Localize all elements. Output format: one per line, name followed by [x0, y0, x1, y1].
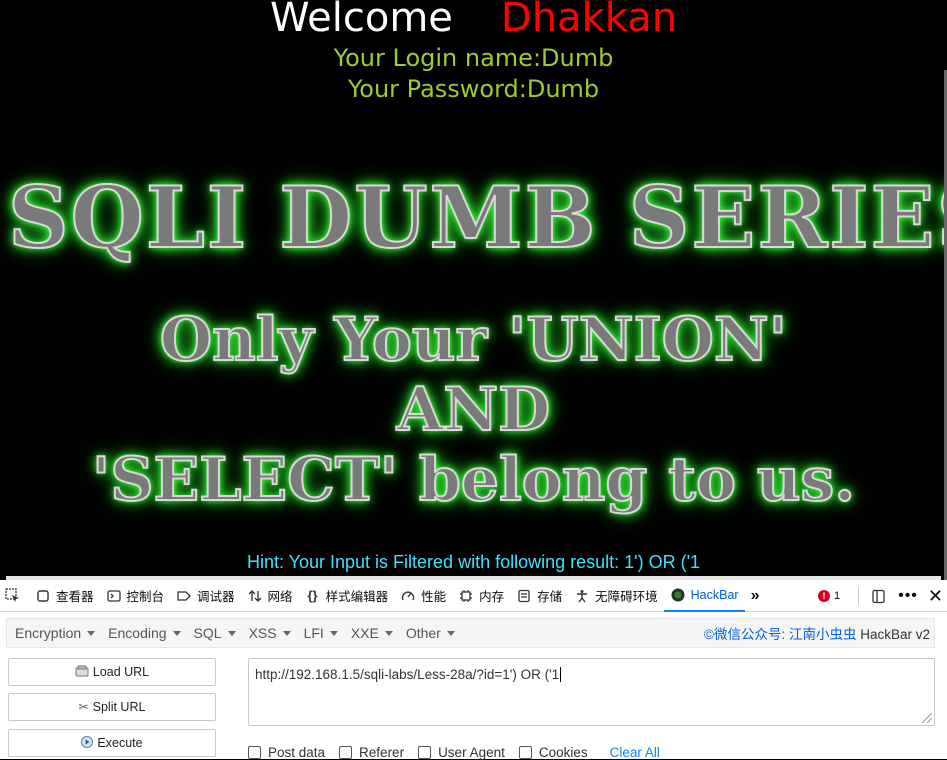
menu-sql[interactable]: SQL	[194, 625, 236, 641]
tab-accessibility[interactable]: 无障碍环境	[568, 580, 664, 612]
menu-xss[interactable]: XSS	[249, 625, 291, 641]
option-user-agent[interactable]: User Agent	[418, 745, 505, 760]
tab-label: 内存	[479, 590, 505, 604]
console-icon	[106, 588, 122, 604]
devtools-toolbar: 查看器 控制台 调试器 网络 {} 样式编辑器 性能 内存 存储 无障碍环境 H…	[0, 580, 947, 612]
caret-down-icon	[282, 630, 291, 636]
storage-icon	[516, 588, 532, 604]
tab-label: 查看器	[56, 590, 94, 604]
caret-down-icon	[329, 630, 338, 636]
checkbox[interactable]	[339, 746, 353, 759]
menu-lfi[interactable]: LFI	[304, 625, 338, 641]
option-referer[interactable]: Referer	[339, 745, 404, 760]
banner-line-select: 'SELECT' belong to us.	[91, 444, 856, 516]
caret-down-icon	[227, 630, 236, 636]
web-page: Welcome Dhakkan Your Login name:Dumb Your…	[0, 0, 947, 580]
dock-side-icon[interactable]	[871, 589, 886, 604]
picker-icon	[4, 588, 20, 604]
network-icon	[247, 588, 263, 604]
split-url-label: Split URL	[92, 700, 146, 714]
tab-performance[interactable]: 性能	[394, 580, 452, 612]
execute-button[interactable]: Execute	[8, 729, 216, 757]
caret-down-icon	[446, 630, 455, 636]
brand-version: HackBar v2	[860, 627, 930, 642]
toolbar-divider	[858, 587, 860, 605]
close-icon[interactable]: ✕	[928, 586, 943, 607]
brand-link[interactable]: ©微信公众号: 江南小虫虫	[704, 627, 856, 642]
menu-encoding[interactable]: Encoding	[108, 625, 181, 641]
scissors-icon: ✂	[78, 700, 89, 714]
style-editor-icon: {}	[307, 588, 318, 603]
menu-other[interactable]: Other	[406, 625, 455, 641]
caret-down-icon	[172, 630, 181, 636]
welcome-text: Welcome	[269, 0, 453, 41]
load-url-button[interactable]: Load URL	[8, 658, 216, 686]
hackbar-menu: Encryption Encoding SQL XSS LFI XXE Othe…	[6, 618, 935, 648]
tab-inspector[interactable]: 查看器	[29, 580, 100, 612]
tab-hackbar[interactable]: HackBar	[663, 580, 745, 612]
clear-all-link[interactable]: Clear All	[610, 745, 660, 760]
double-chevron-icon: »	[750, 586, 760, 604]
text-cursor	[560, 667, 562, 682]
menu-encryption[interactable]: Encryption	[15, 625, 96, 641]
memory-icon	[458, 588, 474, 604]
tab-label: 控制台	[126, 590, 165, 604]
accessibility-icon	[574, 588, 590, 604]
menu-xxe[interactable]: XXE	[351, 625, 393, 641]
option-cookies[interactable]: Cookies	[518, 745, 588, 760]
tab-label: 调试器	[197, 590, 235, 604]
more-tabs-button[interactable]: »	[745, 580, 766, 612]
resize-handle[interactable]	[922, 713, 932, 723]
element-picker-button[interactable]	[0, 580, 29, 612]
password-text: Your Password:Dumb	[347, 75, 600, 103]
debugger-icon	[176, 588, 192, 604]
checkbox[interactable]	[248, 746, 261, 759]
tab-storage[interactable]: 存储	[510, 580, 568, 612]
execute-label: Execute	[97, 736, 143, 750]
banner-line-and: AND	[396, 374, 551, 446]
load-url-label: Load URL	[92, 665, 150, 679]
inspector-icon	[35, 588, 51, 604]
error-count: 1	[833, 590, 841, 602]
load-url-icon	[75, 665, 89, 680]
tab-label: 性能	[421, 590, 447, 604]
banner-title: SQLI DUMB SERIES	[7, 167, 947, 268]
error-badge[interactable]: ! 1	[817, 590, 841, 602]
caret-down-icon	[384, 630, 393, 636]
username-text: Dhakkan	[500, 0, 678, 41]
checkbox[interactable]	[518, 746, 532, 759]
caret-down-icon	[87, 630, 96, 636]
devtools-panel: 查看器 控制台 调试器 网络 {} 样式编辑器 性能 内存 存储 无障碍环境 H…	[0, 580, 947, 760]
option-post-data[interactable]: Post data	[248, 745, 325, 760]
tab-label: 样式编辑器	[325, 590, 389, 604]
tab-console[interactable]: 控制台	[100, 580, 171, 612]
tab-label: HackBar	[690, 587, 739, 602]
tab-label: 存储	[537, 590, 563, 604]
tab-label: 网络	[267, 590, 293, 604]
hackbar-brand: ©微信公众号: 江南小虫虫 HackBar v2	[704, 623, 930, 643]
more-options-icon[interactable]: •••	[898, 587, 918, 605]
url-value: http://192.168.1.5/sqli-labs/Less-28a/?i…	[255, 667, 560, 682]
welcome-heading: Welcome Dhakkan	[0, 0, 947, 44]
checkbox[interactable]	[418, 746, 432, 759]
tab-label: 无障碍环境	[595, 590, 658, 604]
filter-hint: Hint: Your Input is Filtered with follow…	[246, 552, 701, 572]
play-icon	[81, 735, 94, 751]
banner-line-union: Only Your 'UNION'	[159, 304, 788, 376]
performance-icon	[400, 588, 416, 604]
hackbar-icon	[670, 587, 686, 603]
split-url-button[interactable]: ✂ Split URL	[8, 693, 216, 721]
tab-network[interactable]: 网络	[241, 580, 299, 612]
tab-style-editor[interactable]: {} 样式编辑器	[299, 580, 395, 612]
error-icon: !	[817, 590, 830, 602]
login-name-text: Your Login name:Dumb	[333, 44, 614, 72]
tab-debugger[interactable]: 调试器	[170, 580, 241, 612]
request-options: Post data Referer User Agent Cookies Cle…	[248, 745, 660, 760]
url-textarea[interactable]: http://192.168.1.5/sqli-labs/Less-28a/?i…	[248, 658, 935, 726]
tab-memory[interactable]: 内存	[452, 580, 510, 612]
devtools-right-controls: ! 1 ••• ✕	[817, 580, 947, 612]
